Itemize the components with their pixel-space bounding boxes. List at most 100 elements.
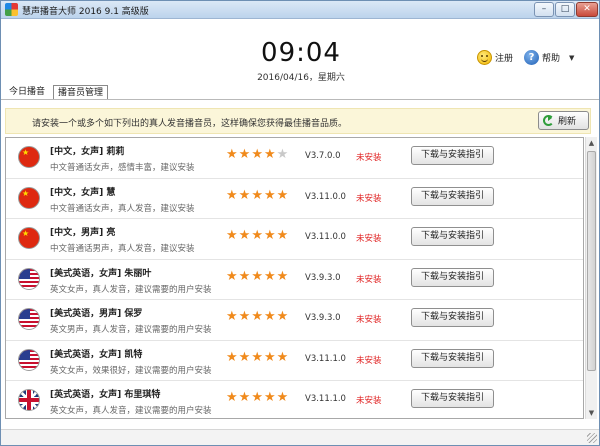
- star-filled-icon: ★: [263, 390, 276, 405]
- window-title: 慧声播音大师 2016 9.1 高级版: [22, 7, 149, 17]
- help-menu[interactable]: ? 帮助 ▼: [524, 50, 574, 65]
- star-filled-icon: ★: [226, 268, 238, 284]
- us-flag-icon: [18, 348, 40, 371]
- star-filled-icon: ★: [226, 187, 238, 203]
- download-install-guide-button[interactable]: 下载与安装指引: [411, 389, 494, 408]
- scroll-up-arrow-icon[interactable]: ▲: [586, 137, 597, 149]
- download-install-guide-button[interactable]: 下载与安装指引: [411, 308, 494, 327]
- voice-description: 中文普通话男声，真人发音，建议安装: [50, 244, 195, 254]
- status-bar: [1, 429, 599, 445]
- star-filled-icon: ★: [276, 268, 289, 284]
- notice-text: 请安装一个或多个如下列出的真人发音播音员，这样确保您获得最佳播音品质。: [32, 119, 348, 129]
- china-flag-icon: [18, 186, 40, 209]
- us-flag-icon: [18, 267, 40, 290]
- china-flag-icon: [18, 146, 40, 168]
- install-status: 未安装: [356, 315, 382, 325]
- title-bar[interactable]: 慧声播音大师 2016 9.1 高级版 – □ ✕: [1, 1, 599, 19]
- star-filled-icon: ★: [251, 268, 263, 284]
- list-scrollbar[interactable]: ▲ ▼: [585, 137, 597, 419]
- announcer-row: [美式英语，女声] 朱丽叶 英文女声，真人发音，建议需要的用户安装 ★ ★ ★ ★ ★ …: [6, 260, 583, 300]
- star-filled-icon: ★: [263, 349, 276, 365]
- voice-version: V3.11.0.0: [305, 191, 346, 202]
- us-flag-icon: [18, 308, 40, 330]
- voice-name: [美式英语，女声] 朱丽叶: [50, 268, 152, 279]
- help-icon: ?: [524, 50, 539, 65]
- announcer-row: [中文，女声] 莉莉 中文普通话女声，感情丰富，建议安装 ★★★★★ V3.7.…: [6, 138, 583, 179]
- download-install-guide-button[interactable]: 下载与安装指引: [411, 267, 494, 287]
- voice-version: V3.11.0.0: [305, 232, 346, 242]
- download-install-guide-button[interactable]: 下载与安装指引: [411, 348, 494, 368]
- close-button[interactable]: ✕: [576, 2, 598, 17]
- uk-flag-icon: [18, 389, 40, 411]
- rating-stars: ★ ★ ★ ★ ★: [226, 270, 288, 283]
- star-filled-icon: ★: [276, 390, 289, 405]
- star-filled-icon: ★: [226, 349, 238, 365]
- install-status: 未安装: [356, 274, 382, 285]
- star-filled-icon: ★: [238, 147, 251, 162]
- voice-name: [中文，女声] 莉莉: [50, 147, 125, 157]
- voice-name: [美式英语，女声] 凯特: [50, 349, 143, 360]
- star-filled-icon: ★: [276, 228, 289, 243]
- install-status: 未安装: [356, 153, 382, 163]
- download-install-guide-button[interactable]: 下载与安装指引: [411, 227, 494, 246]
- scroll-down-arrow-icon[interactable]: ▼: [586, 407, 597, 419]
- voice-description: 英文女声，效果很好，建议需要的用户安装: [50, 365, 212, 376]
- voice-name: [美式英语，男声] 保罗: [50, 309, 143, 319]
- app-logo-icon: [5, 3, 18, 16]
- voice-version: V3.9.3.0: [305, 272, 341, 283]
- star-empty-icon: ★: [276, 147, 289, 162]
- star-filled-icon: ★: [251, 390, 263, 405]
- star-filled-icon: ★: [251, 309, 263, 324]
- star-filled-icon: ★: [251, 147, 263, 162]
- star-filled-icon: ★: [263, 147, 276, 162]
- chevron-down-icon: ▼: [569, 53, 575, 62]
- star-filled-icon: ★: [276, 309, 289, 324]
- notice-bar: 请安装一个或多个如下列出的真人发音播音员，这样确保您获得最佳播音品质。: [5, 108, 591, 134]
- star-filled-icon: ★: [276, 349, 289, 365]
- scroll-thumb[interactable]: [587, 151, 596, 371]
- maximize-button[interactable]: □: [555, 2, 575, 17]
- star-filled-icon: ★: [251, 349, 263, 365]
- register-label: 注册: [495, 54, 514, 64]
- voice-name: [中文，男声] 亮: [50, 228, 116, 238]
- tab-bar: 今日播音 播音员管理: [5, 85, 109, 100]
- voice-description: 中文普通话女声，感情丰富，建议安装: [50, 163, 195, 173]
- install-status: 未安装: [356, 396, 382, 406]
- install-status: 未安装: [356, 355, 382, 366]
- refresh-button[interactable]: 刷新: [538, 111, 589, 130]
- install-status: 未安装: [356, 193, 382, 204]
- voice-version: V3.11.1.0: [305, 353, 346, 364]
- tab-announcer-management[interactable]: 播音员管理: [53, 85, 109, 100]
- star-filled-icon: ★: [263, 187, 276, 203]
- announcer-row: [英式英语，女声] 布里琪特 英文女声，真人发音，建议需要的用户安装 ★ ★ ★ ★ ★…: [6, 381, 583, 418]
- download-install-guide-button[interactable]: 下载与安装指引: [411, 186, 494, 206]
- resize-grip-icon[interactable]: [587, 433, 597, 443]
- voice-version: V3.9.3.0: [305, 313, 341, 323]
- china-flag-icon: [18, 227, 40, 249]
- tab-divider: [1, 99, 599, 100]
- star-filled-icon: ★: [238, 228, 251, 243]
- voice-name: [中文，女声] 慧: [50, 187, 116, 198]
- voice-version: V3.11.1.0: [305, 394, 346, 404]
- star-filled-icon: ★: [238, 309, 251, 324]
- download-install-guide-button[interactable]: 下载与安装指引: [411, 146, 494, 165]
- star-filled-icon: ★: [226, 390, 238, 405]
- star-filled-icon: ★: [238, 349, 251, 365]
- star-filled-icon: ★: [276, 187, 289, 203]
- refresh-icon: [543, 115, 554, 126]
- voice-description: 英文男声，真人发音，建议需要的用户安装: [50, 325, 212, 335]
- tab-today-broadcast[interactable]: 今日播音: [5, 85, 49, 100]
- announcer-row: [中文，女声] 慧 中文普通话女声，真人发音，建议安装 ★★★★★ V3.11.…: [6, 179, 583, 219]
- rating-stars: ★ ★ ★ ★ ★: [226, 148, 288, 161]
- rating-stars: ★ ★ ★ ★ ★: [226, 391, 288, 404]
- help-label: 帮助: [542, 54, 561, 64]
- rating-stars: ★ ★ ★ ★ ★: [226, 351, 288, 364]
- minimize-button[interactable]: –: [534, 2, 554, 17]
- register-link[interactable]: 注册: [477, 50, 513, 65]
- star-filled-icon: ★: [238, 390, 251, 405]
- star-filled-icon: ★: [226, 228, 238, 243]
- star-filled-icon: ★: [238, 187, 251, 203]
- star-filled-icon: ★: [226, 147, 238, 162]
- voice-description: 英文女声，真人发音，建议需要的用户安装: [50, 284, 212, 295]
- rating-stars: ★ ★ ★ ★ ★: [226, 189, 288, 202]
